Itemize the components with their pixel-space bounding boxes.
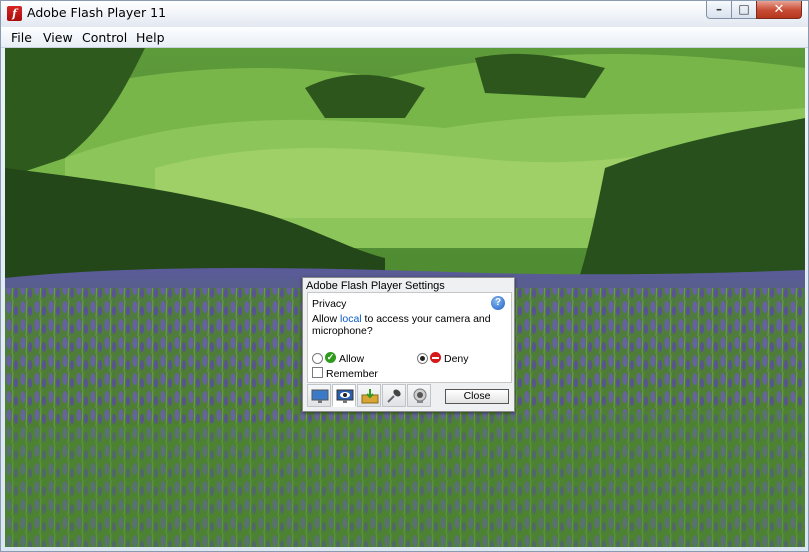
tab-camera[interactable]	[407, 384, 431, 407]
minimize-button[interactable]: –	[706, 1, 732, 19]
menu-control[interactable]: Control	[82, 30, 127, 45]
close-icon: ✕	[773, 2, 785, 17]
menu-help[interactable]: Help	[136, 30, 165, 45]
remember-checkbox[interactable]	[312, 367, 323, 378]
message-text-2: to access your camera and	[361, 313, 491, 325]
privacy-icon	[336, 389, 354, 403]
maximize-icon: □	[738, 2, 750, 16]
window-title: Adobe Flash Player 11	[27, 5, 167, 20]
menu-file[interactable]: File	[11, 30, 32, 45]
deny-label[interactable]: Deny	[444, 353, 469, 365]
privacy-panel: Privacy ? Allow local to access your cam…	[307, 292, 512, 383]
remember-label[interactable]: Remember	[326, 368, 378, 380]
deny-icon	[430, 352, 441, 363]
message-text: Allow	[312, 313, 341, 325]
tab-local-storage[interactable]	[357, 384, 381, 407]
checkmark-icon: ✓	[325, 352, 336, 363]
tab-privacy[interactable]	[332, 384, 356, 407]
camera-icon	[413, 388, 427, 403]
allow-radio[interactable]	[312, 353, 323, 364]
menu-bar: File View Control Help	[1, 27, 808, 48]
privacy-message: Allow local to access your camera and	[312, 313, 491, 325]
close-button[interactable]: Close	[445, 389, 509, 404]
title-bar[interactable]: f Adobe Flash Player 11 – □ ✕	[1, 1, 808, 27]
local-storage-icon	[361, 389, 379, 404]
help-icon[interactable]: ?	[491, 296, 505, 310]
flash-settings-dialog: Adobe Flash Player Settings Privacy ? Al…	[302, 277, 515, 412]
allow-label[interactable]: Allow	[339, 353, 364, 365]
section-title: Privacy	[312, 298, 347, 310]
dialog-title: Adobe Flash Player Settings	[306, 280, 445, 292]
local-link[interactable]: local	[340, 313, 362, 325]
tab-microphone[interactable]	[382, 384, 406, 407]
microphone-icon	[387, 389, 401, 403]
privacy-message-line2: microphone?	[312, 325, 373, 337]
app-window: f Adobe Flash Player 11 – □ ✕ File View …	[0, 0, 809, 552]
flash-stage[interactable]: Adobe Flash Player Settings Privacy ? Al…	[5, 48, 805, 547]
close-window-button[interactable]: ✕	[756, 1, 802, 19]
maximize-button[interactable]: □	[731, 1, 757, 19]
minimize-icon: –	[716, 2, 722, 16]
display-icon	[311, 389, 329, 403]
deny-radio[interactable]	[417, 353, 428, 364]
menu-view[interactable]: View	[43, 30, 73, 45]
tab-display[interactable]	[307, 384, 331, 407]
flash-app-icon: f	[7, 6, 22, 21]
